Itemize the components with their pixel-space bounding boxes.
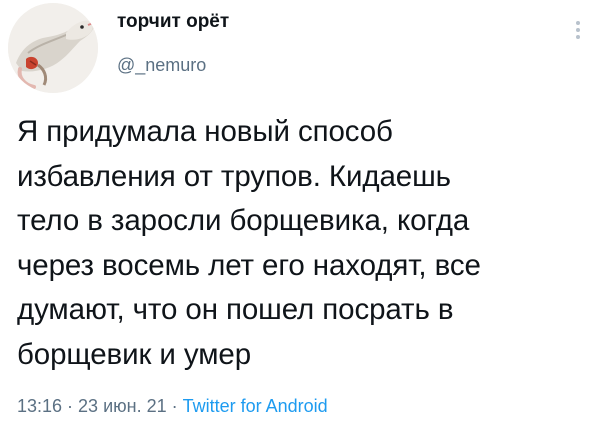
tweet-text: Я придумала новый способ избавления от т… [17, 110, 597, 377]
tweet-time[interactable]: 13:16 [17, 396, 62, 416]
tweet-card: торчит орёт @_nemuro Я придумала новый с… [0, 0, 605, 431]
tweet-text-line: думают, что он пошел посрать в [17, 293, 454, 326]
tweet-text-line: Я придумала новый способ [17, 115, 393, 148]
opossum-avatar-icon [8, 3, 98, 93]
menu-dot [576, 21, 580, 25]
tweet-source-link[interactable]: Twitter for Android [183, 396, 328, 416]
tweet-meta: 13:16 · 23 июн. 21 · Twitter for Android [17, 396, 328, 417]
tweet-text-line: избавления от трупов. Кидаешь [17, 159, 451, 193]
meta-separator: · [171, 396, 178, 416]
menu-dot [576, 28, 580, 32]
menu-dot [576, 35, 580, 39]
tweet-text-line: через восемь лет его находят, все [17, 248, 481, 282]
tweet-date[interactable]: 23 июн. 21 [78, 396, 167, 416]
tweet-text-line: тело в заросли борщевика, когда [17, 204, 470, 237]
more-vertical-icon[interactable] [570, 18, 586, 50]
author-handle[interactable]: @_nemuro [117, 55, 206, 76]
avatar[interactable] [8, 3, 98, 93]
author-display-name[interactable]: торчит орёт [117, 11, 229, 33]
tweet-text-line: борщевик и умер [17, 337, 251, 371]
meta-separator: · [67, 396, 74, 416]
